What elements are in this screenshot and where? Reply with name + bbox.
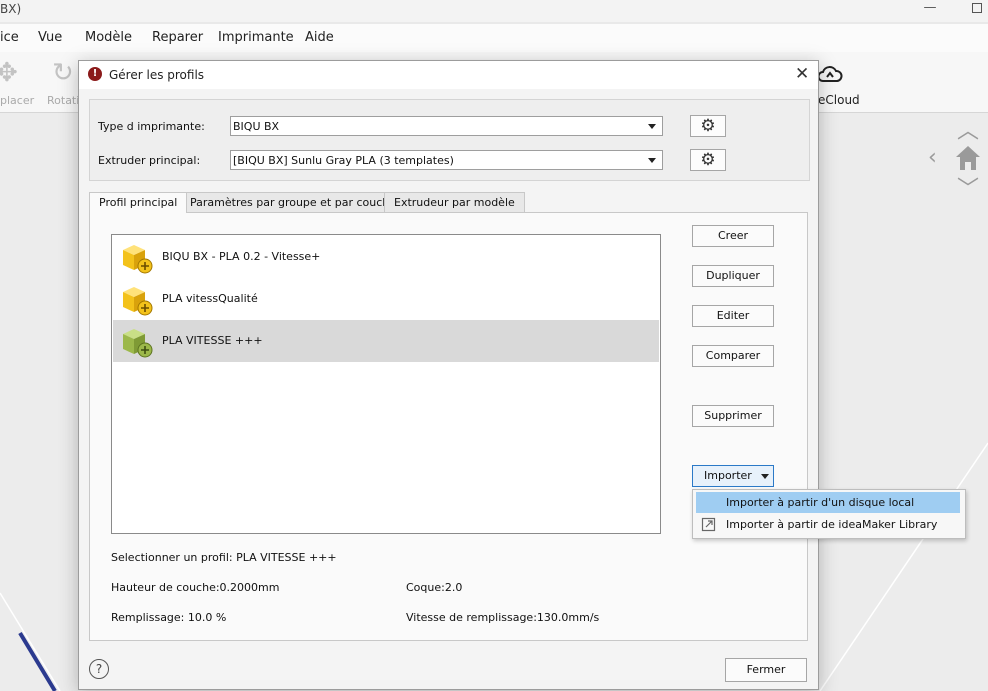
profile-item-selected[interactable]: PLA VITESSE +++ <box>113 320 659 362</box>
printer-type-select[interactable]: BIQU BX <box>230 116 663 136</box>
cloud-icon[interactable] <box>817 62 843 86</box>
printer-settings-button[interactable]: ⚙ <box>690 115 726 137</box>
profile-item[interactable]: BIQU BX - PLA 0.2 - Vitesse+ <box>113 236 659 278</box>
printer-type-value: BIQU BX <box>233 120 280 133</box>
printer-type-label: Type d imprimante: <box>98 120 205 133</box>
infill-text: Remplissage: 10.0 % <box>111 611 227 624</box>
import-library-label: Importer à partir de ideaMaker Library <box>726 518 938 531</box>
delete-button[interactable]: Supprimer <box>692 405 774 427</box>
import-local-disk-label: Importer à partir d'un disque local <box>726 496 915 509</box>
import-button[interactable]: Importer <box>692 465 774 487</box>
view-up-icon[interactable]: ︿ <box>957 113 979 145</box>
external-link-icon <box>701 517 716 532</box>
dialog-titlebar: ! Gérer les profils ✕ <box>79 61 818 89</box>
profile-name: BIQU BX - PLA 0.2 - Vitesse+ <box>162 250 321 263</box>
profile-item[interactable]: PLA vitessQualité <box>113 278 659 320</box>
chevron-down-icon <box>761 474 769 479</box>
move-tool-label: placer <box>0 94 35 107</box>
minimize-icon[interactable]: — <box>920 0 940 15</box>
profile-name: PLA vitessQualité <box>162 292 258 305</box>
app-title: BX) <box>0 2 22 16</box>
import-dropdown-menu: Importer à partir d'un disque local Impo… <box>692 489 966 539</box>
chevron-down-icon <box>648 124 656 129</box>
infill-speed-text: Vitesse de remplissage:130.0mm/s <box>406 611 600 624</box>
gear-icon: ⚙ <box>700 150 716 170</box>
duplicate-button[interactable]: Dupliquer <box>692 265 774 287</box>
rotate-icon[interactable]: ↻ <box>52 58 74 88</box>
alert-icon: ! <box>88 67 102 81</box>
profile-cube-icon <box>123 287 153 316</box>
menu-item-imprimante[interactable]: Imprimante <box>218 30 294 45</box>
gear-icon: ⚙ <box>700 116 716 136</box>
move-icon[interactable]: ✥ <box>0 58 18 88</box>
profile-cube-icon <box>123 245 153 274</box>
close-button[interactable]: Fermer <box>725 658 807 682</box>
import-button-label: Importer <box>704 469 752 482</box>
chevron-down-icon <box>648 158 656 163</box>
profile-list[interactable]: BIQU BX - PLA 0.2 - Vitesse+ PLA vitessQ… <box>111 234 661 534</box>
layer-height-text: Hauteur de couche:0.2000mm <box>111 581 280 594</box>
tab-parametres-groupe-couche[interactable]: Paramètres par groupe et par couche <box>180 192 407 212</box>
help-button[interactable]: ? <box>89 659 109 679</box>
app-titlebar: BX) — <box>0 0 988 22</box>
selected-profile-text: Selectionner un profil: PLA VITESSE +++ <box>111 551 337 564</box>
import-library-item[interactable]: Importer à partir de ideaMaker Library <box>696 514 960 535</box>
tab-profil-principal[interactable]: Profil principal <box>89 192 188 213</box>
compare-button[interactable]: Comparer <box>692 345 774 367</box>
extruder-settings-button[interactable]: ⚙ <box>690 149 726 171</box>
extruder-value: [BIQU BX] Sunlu Gray PLA (3 templates) <box>233 154 454 167</box>
profile-cube-icon <box>123 329 153 358</box>
menu-item-aide[interactable]: Aide <box>305 30 334 45</box>
create-button[interactable]: Creer <box>692 225 774 247</box>
menu-item-ice[interactable]: ice <box>0 30 19 45</box>
import-local-disk-item[interactable]: Importer à partir d'un disque local <box>696 492 960 513</box>
tab-extrudeur-par-modele[interactable]: Extrudeur par modèle <box>384 192 525 212</box>
main-profile-panel: BIQU BX - PLA 0.2 - Vitesse+ PLA vitessQ… <box>89 212 808 641</box>
menu-item-reparer[interactable]: Reparer <box>152 30 203 45</box>
menu-item-vue[interactable]: Vue <box>38 30 62 45</box>
dialog-title: Gérer les profils <box>109 68 205 82</box>
extruder-select[interactable]: [BIQU BX] Sunlu Gray PLA (3 templates) <box>230 150 663 170</box>
close-icon[interactable]: ✕ <box>795 64 809 84</box>
menu-bar: ice Vue Modèle Reparer Imprimante Aide <box>0 24 988 53</box>
extruder-label: Extruder principal: <box>98 154 201 167</box>
home-icon[interactable] <box>953 143 983 173</box>
profile-name: PLA VITESSE +++ <box>162 334 263 347</box>
menu-item-modele[interactable]: Modèle <box>85 30 132 45</box>
edit-button[interactable]: Editer <box>692 305 774 327</box>
cloud-tool-label: eCloud <box>818 93 860 107</box>
printer-settings-group: Type d imprimante: BIQU BX ⚙ Extruder pr… <box>89 99 810 181</box>
maximize-icon[interactable] <box>972 3 982 13</box>
shell-text: Coque:2.0 <box>406 581 463 594</box>
view-left-icon[interactable]: ‹ <box>928 145 937 170</box>
manage-profiles-dialog: ! Gérer les profils ✕ Type d imprimante:… <box>78 60 819 690</box>
view-down-icon[interactable]: ﹀ <box>957 171 979 203</box>
